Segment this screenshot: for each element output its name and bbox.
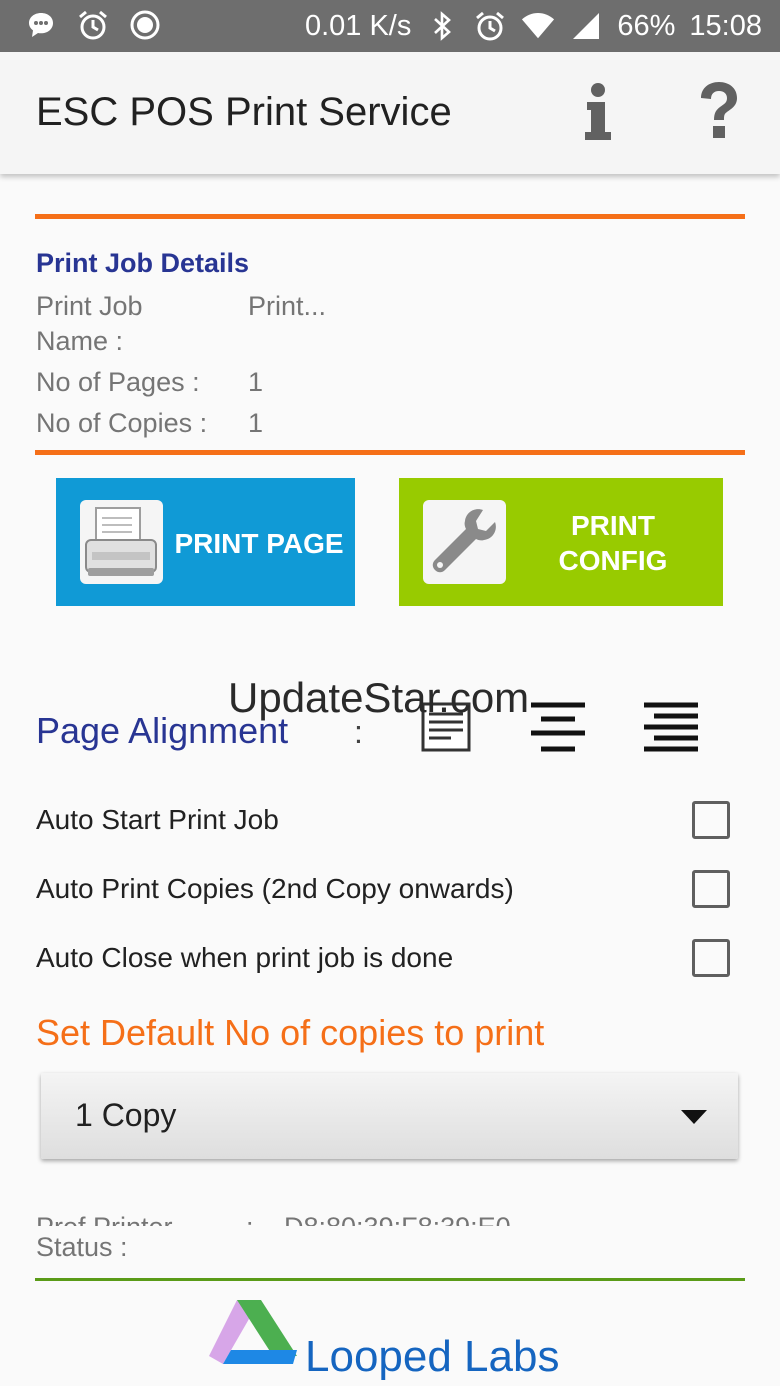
help-icon bbox=[701, 82, 737, 138]
app-title: ESC POS Print Service bbox=[36, 90, 452, 134]
triangle-logo-icon bbox=[209, 1300, 297, 1364]
printer-icon bbox=[80, 500, 163, 584]
auto-start-label: Auto Start Print Job bbox=[36, 804, 279, 835]
print-job-details-title: Print Job Details bbox=[36, 248, 250, 278]
alarm-clock-icon bbox=[473, 9, 507, 43]
status-label: Status : bbox=[36, 1232, 128, 1262]
pref-printer-label: Pref Printer bbox=[36, 1212, 173, 1226]
chat-bubble-icon bbox=[24, 8, 58, 42]
watermark-text: UpdateStar.com bbox=[228, 674, 530, 721]
auto-start-checkbox[interactable] bbox=[692, 801, 730, 839]
wrench-icon bbox=[423, 500, 506, 584]
pages-label: No of Pages : bbox=[36, 367, 200, 397]
brand-name: Looped Labs bbox=[305, 1332, 560, 1381]
align-center-icon[interactable] bbox=[531, 702, 585, 752]
align-right-icon[interactable] bbox=[644, 702, 698, 752]
print-config-button[interactable]: PRINT CONFIG bbox=[399, 478, 723, 606]
copies-label: No of Copies : bbox=[36, 408, 208, 438]
copies-value: 1 bbox=[248, 408, 264, 438]
print-config-label-line1: PRINT bbox=[571, 510, 655, 541]
auto-print-copies-checkbox[interactable] bbox=[692, 870, 730, 908]
pref-printer-colon: : bbox=[246, 1212, 254, 1226]
print-page-label: PRINT PAGE bbox=[174, 528, 344, 559]
print-page-button[interactable]: PRINT PAGE bbox=[56, 478, 355, 606]
divider bbox=[35, 450, 745, 455]
job-name-value: Print... bbox=[248, 291, 327, 321]
pref-printer-row: Pref Printer : D8:80:39:F8:39:E0 bbox=[0, 1206, 780, 1226]
default-copies-title: Set Default No of copies to print bbox=[36, 1012, 545, 1053]
alarm-clock-icon bbox=[76, 8, 110, 42]
pref-printer-value: D8:80:39:F8:39:E0 bbox=[284, 1212, 511, 1226]
print-config-label-line2: CONFIG bbox=[558, 545, 668, 576]
auto-close-checkbox[interactable] bbox=[692, 939, 730, 977]
record-icon bbox=[128, 8, 162, 42]
signal-icon bbox=[569, 9, 603, 43]
copies-dropdown[interactable]: 1 Copy bbox=[41, 1073, 738, 1159]
clock: 15:08 bbox=[689, 9, 762, 42]
auto-close-label: Auto Close when print job is done bbox=[36, 942, 454, 973]
auto-print-copies-label: Auto Print Copies (2nd Copy onwards) bbox=[36, 873, 514, 904]
job-name-label-line2: Name : bbox=[36, 326, 124, 356]
info-icon bbox=[585, 83, 611, 140]
app-bar: ESC POS Print Service bbox=[0, 52, 780, 174]
dropdown-arrow-icon bbox=[681, 1110, 707, 1124]
divider bbox=[35, 214, 745, 219]
network-speed: 0.01 K/s bbox=[304, 9, 412, 42]
copies-dropdown-value: 1 Copy bbox=[75, 1097, 177, 1133]
job-name-label-line1: Print Job bbox=[36, 291, 143, 321]
bluetooth-icon bbox=[425, 9, 459, 43]
info-button[interactable] bbox=[575, 80, 621, 144]
pages-value: 1 bbox=[248, 367, 264, 397]
status-bar: 0.01 K/s 66% 15:08 bbox=[0, 0, 780, 52]
wifi-icon bbox=[521, 9, 555, 43]
battery-level: 66% bbox=[617, 9, 676, 42]
help-button[interactable] bbox=[693, 80, 745, 144]
divider bbox=[35, 1278, 745, 1281]
